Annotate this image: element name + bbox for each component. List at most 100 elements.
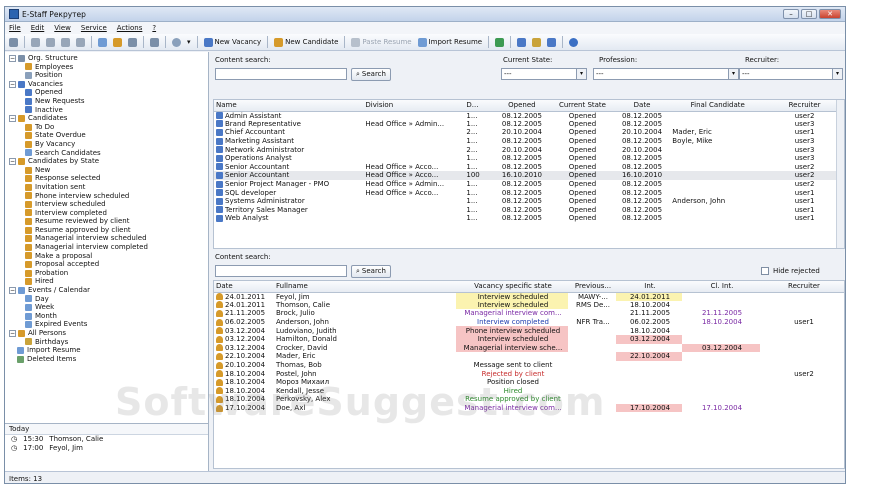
column-header[interactable]: Division xyxy=(363,100,465,112)
vacancy-content-search-input[interactable] xyxy=(215,68,347,80)
table-row[interactable]: 21.11.2005 Brock, Julio Managerial intervi… xyxy=(214,309,844,318)
today-item[interactable]: ◷ 15:30 Thomson, Calie xyxy=(5,435,208,444)
table-row[interactable]: 03.12.2004 Ludoviano, Judith Phone intervi… xyxy=(214,326,844,335)
print-icon[interactable] xyxy=(9,37,18,47)
cut-icon[interactable] xyxy=(31,37,40,47)
paste-icon[interactable] xyxy=(61,37,70,47)
table-row[interactable]: Network Administrator 2... 20.10.2004 Opene… xyxy=(214,145,844,154)
column-header[interactable]: Date xyxy=(214,281,274,293)
table-row[interactable]: 18.10.2004 Perkovsky, Alex Resume approved… xyxy=(214,395,844,404)
maximize-button[interactable]: □ xyxy=(801,9,817,19)
chevron-down-icon[interactable]: ▾ xyxy=(576,69,586,79)
table-row[interactable]: Web Analyst 1... 08.12.2005 Opened 08.12.200… xyxy=(214,214,844,223)
tree-item[interactable]: Managerial interview scheduled xyxy=(9,234,208,243)
new-vacancy-button[interactable]: New Vacancy xyxy=(203,37,261,47)
current-state-select[interactable]: --- ▾ xyxy=(501,68,587,80)
calendar-icon[interactable] xyxy=(98,37,107,47)
tree-item[interactable]: − Org. Structure xyxy=(9,54,208,63)
paste-resume-button[interactable]: Paste Resume xyxy=(351,37,412,47)
tree-item[interactable]: − Candidates by State xyxy=(9,157,208,166)
chevron-down-icon[interactable]: ▾ xyxy=(832,69,842,79)
collapse-toggle-icon[interactable]: − xyxy=(9,114,16,122)
table-row[interactable]: 18.10.2004 Postel, John Rejected by client… xyxy=(214,369,844,378)
column-header[interactable]: Vacancy specific state xyxy=(456,281,568,293)
table-row[interactable]: Senior Accountant Head Office » Acco... 10… xyxy=(214,171,844,180)
vacancy-search-button[interactable]: ⌕ Search xyxy=(351,68,391,81)
table-row[interactable]: Operations Analyst 1... 08.12.2005 Opened 08… xyxy=(214,154,844,163)
tree-item[interactable]: New Requests xyxy=(9,97,208,106)
tree-item[interactable]: Position xyxy=(9,71,208,80)
chevron-down-icon[interactable]: ▾ xyxy=(728,69,738,79)
menu-help[interactable]: ? xyxy=(152,24,156,32)
tree-item[interactable]: Make a proposal xyxy=(9,252,208,261)
collapse-toggle-icon[interactable]: − xyxy=(9,80,16,88)
tree-item[interactable]: − All Persons xyxy=(9,329,208,338)
report-icon[interactable] xyxy=(547,37,557,47)
collapse-toggle-icon[interactable]: − xyxy=(9,286,16,294)
table-row[interactable]: Admin Assistant 1... 08.12.2005 Opened 08.12… xyxy=(214,111,844,120)
tree-item[interactable]: To Do xyxy=(9,123,208,132)
table-row[interactable]: Senior Project Manager - PMO Head Office … xyxy=(214,180,844,189)
tree-item[interactable]: Deleted Items xyxy=(9,355,208,364)
chart-icon[interactable] xyxy=(517,37,527,47)
table-row[interactable]: 03.12.2004 Crocker, David Managerial inter… xyxy=(214,343,844,353)
collapse-toggle-icon[interactable]: − xyxy=(9,329,16,337)
column-header[interactable]: D... xyxy=(464,100,491,112)
tree-item[interactable]: Response selected xyxy=(9,174,208,183)
profession-select[interactable]: --- ▾ xyxy=(593,68,739,80)
tree-item[interactable]: Inactive xyxy=(9,106,208,115)
tree-item[interactable]: Expired Events xyxy=(9,320,208,329)
copy-icon[interactable] xyxy=(46,37,55,47)
today-item[interactable]: ◷ 17:00 Feyol, Jim xyxy=(5,444,208,453)
tree-item[interactable]: By Vacancy xyxy=(9,140,208,149)
undo-icon[interactable] xyxy=(76,37,85,47)
column-header[interactable]: Date xyxy=(611,100,671,112)
tree-item[interactable]: New xyxy=(9,166,208,175)
tree-item[interactable]: Search Candidates xyxy=(9,149,208,158)
table-row[interactable]: Senior Accountant Head Office » Acco... 1.… xyxy=(214,163,844,172)
collapse-toggle-icon[interactable]: − xyxy=(9,54,16,62)
card-icon[interactable] xyxy=(128,37,137,47)
tree-item[interactable]: − Events / Calendar xyxy=(9,286,208,295)
tree-item[interactable]: Day xyxy=(9,295,208,304)
hide-rejected-checkbox[interactable] xyxy=(761,267,769,275)
tree-item[interactable]: Month xyxy=(9,312,208,321)
tree-item[interactable]: Managerial interview completed xyxy=(9,243,208,252)
column-header[interactable]: Cl. Int. xyxy=(682,281,760,293)
tree-item[interactable]: Interview completed xyxy=(9,209,208,218)
person-icon[interactable] xyxy=(113,37,122,47)
column-header[interactable]: Name xyxy=(214,100,364,112)
tree-item[interactable]: State Overdue xyxy=(9,131,208,140)
table-row[interactable]: 17.10.2004 Doe, Axl Managerial interview c… xyxy=(214,403,844,413)
column-header[interactable]: Recruiter xyxy=(760,281,844,293)
tree-item[interactable]: Invitation sent xyxy=(9,183,208,192)
vacancy-scrollbar[interactable] xyxy=(836,100,844,248)
tree-item[interactable]: Week xyxy=(9,303,208,312)
column-header[interactable]: Int. xyxy=(616,281,682,293)
pencil-icon[interactable] xyxy=(532,37,542,47)
new-candidate-button[interactable]: New Candidate xyxy=(274,37,338,47)
table-row[interactable]: 18.10.2004 Мороз Михаил Position closed xyxy=(214,378,844,387)
menu-file[interactable]: File xyxy=(9,24,21,32)
tree-item[interactable]: − Candidates xyxy=(9,114,208,123)
table-row[interactable]: Brand Representative Head Office » Admin.… xyxy=(214,120,844,129)
table-row[interactable]: Marketing Assistant 1... 08.12.2005 Opened 0… xyxy=(214,137,844,146)
table-row[interactable]: 20.10.2004 Thomas, Bob Message sent to cli… xyxy=(214,361,844,370)
tree-item[interactable]: Employees xyxy=(9,63,208,72)
chevron-down-icon[interactable]: ▾ xyxy=(187,38,191,46)
table-row[interactable]: 18.10.2004 Kendall, Jesse Hired xyxy=(214,387,844,396)
menu-view[interactable]: View xyxy=(54,24,71,32)
table-row[interactable]: 24.01.2011 Feyol, Jim Interview scheduled M… xyxy=(214,292,844,301)
candidate-search-button[interactable]: ⌕ Search xyxy=(351,265,391,278)
tree-item[interactable]: Hired xyxy=(9,277,208,286)
close-button[interactable]: ✕ xyxy=(819,9,841,19)
table-row[interactable]: Systems Administrator 1... 08.12.2005 Opene… xyxy=(214,197,844,206)
tree-item[interactable]: Resume approved by client xyxy=(9,226,208,235)
import-resume-button[interactable]: Import Resume xyxy=(417,37,482,47)
collapse-toggle-icon[interactable]: − xyxy=(9,157,16,165)
minimize-button[interactable]: – xyxy=(783,9,799,19)
help-icon[interactable] xyxy=(569,37,579,47)
table-row[interactable]: 06.02.2005 Anderson, John Interview comple… xyxy=(214,318,844,327)
tree-item[interactable]: Opened xyxy=(9,88,208,97)
history-icon[interactable] xyxy=(172,37,181,47)
